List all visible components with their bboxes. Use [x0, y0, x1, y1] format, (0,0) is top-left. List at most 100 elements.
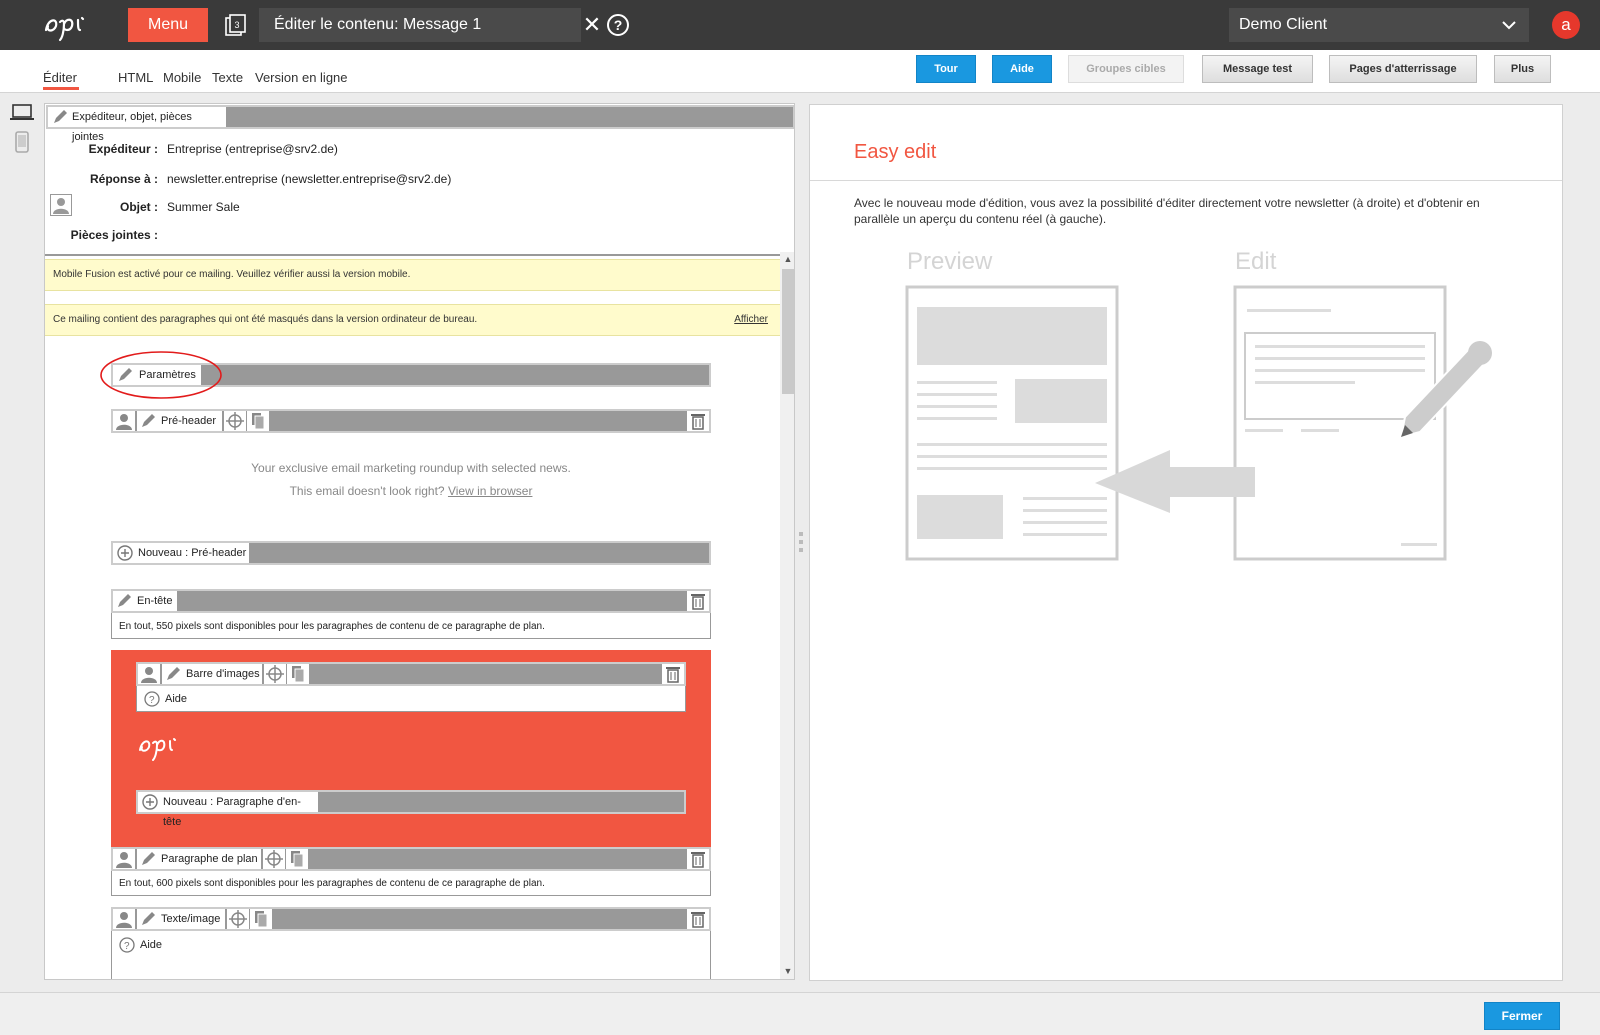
- trash-icon[interactable]: [687, 591, 709, 611]
- tab-editer[interactable]: Éditer: [43, 70, 77, 85]
- plan-bar[interactable]: Paragraphe de plan: [111, 847, 711, 871]
- new-preheader-label: Nouveau : Pré-header: [138, 547, 247, 559]
- plus-button[interactable]: Plus: [1494, 55, 1551, 83]
- preheader-bar[interactable]: Pré-header: [111, 409, 711, 433]
- svg-text:?: ?: [149, 695, 155, 706]
- new-preheader-bar[interactable]: Nouveau : Pré-header: [111, 541, 711, 565]
- user-icon[interactable]: [113, 909, 135, 929]
- scroll-down-icon[interactable]: ▼: [782, 966, 794, 979]
- pencil-icon[interactable]: [165, 666, 181, 682]
- user-icon[interactable]: [138, 664, 160, 684]
- tab-bar: Éditer HTML Mobile Texte Version en lign…: [0, 50, 1600, 93]
- active-tab-indicator: [43, 87, 79, 90]
- sender-value[interactable]: Entreprise (entreprise@srv2.de): [167, 142, 338, 156]
- tab-mobile[interactable]: Mobile: [163, 70, 201, 85]
- preheader-line2: This email doesn't look right? View in b…: [111, 484, 711, 498]
- entete-bar[interactable]: En-tête: [111, 589, 711, 613]
- texte-image-help[interactable]: Aide: [140, 939, 162, 951]
- entete-label: En-tête: [137, 595, 173, 607]
- copy-icon[interactable]: [247, 411, 269, 431]
- page-title: Éditer le contenu: Message 1: [274, 16, 482, 33]
- close-icon[interactable]: ✕: [582, 13, 602, 37]
- mobile-icon[interactable]: [15, 131, 29, 153]
- trash-icon[interactable]: [687, 411, 709, 431]
- preheader-line2-text: This email doesn't look right?: [289, 484, 445, 498]
- envelope-divider: [45, 254, 794, 256]
- user-avatar[interactable]: a: [1552, 11, 1580, 39]
- reply-label: Réponse à :: [89, 172, 158, 186]
- trash-icon[interactable]: [662, 664, 684, 684]
- trash-icon[interactable]: [687, 849, 709, 869]
- help-icon[interactable]: ?: [143, 690, 161, 708]
- message-test-button[interactable]: Message test: [1202, 55, 1313, 83]
- bottom-bar: [0, 992, 1600, 1035]
- editor-panel: Expéditeur, objet, pièces jointes Expédi…: [44, 103, 795, 980]
- envelope-bar[interactable]: Expéditeur, objet, pièces jointes: [46, 105, 794, 143]
- entete-info: En tout, 550 pixels sont disponibles pou…: [119, 621, 545, 632]
- plan-frame: Paragraphe de plan En tout, 600 pixels s…: [111, 847, 711, 896]
- image-bar-help[interactable]: Aide: [165, 693, 187, 705]
- reply-value[interactable]: newsletter.entreprise (newsletter.entrep…: [167, 172, 451, 186]
- tab-html[interactable]: HTML: [118, 70, 153, 85]
- new-header-para-label: Nouveau : Paragraphe d'en-tête: [163, 796, 301, 828]
- add-icon[interactable]: [116, 544, 134, 562]
- image-bar-bar[interactable]: Barre d'images: [136, 662, 686, 686]
- pencil-icon[interactable]: [52, 109, 68, 125]
- title-field: Éditer le contenu: Message 1: [259, 8, 581, 42]
- pencil-icon[interactable]: [116, 593, 132, 609]
- chevron-down-icon: [1502, 21, 1516, 30]
- easy-edit-panel: Easy edit Avec le nouveau mode d'édition…: [809, 104, 1563, 981]
- target-icon[interactable]: [263, 849, 285, 869]
- new-header-para-bar[interactable]: Nouveau : Paragraphe d'en-tête: [136, 790, 686, 828]
- tour-button[interactable]: Tour: [916, 55, 976, 83]
- top-bar: Menu 3 Éditer le contenu: Message 1 ✕ ? …: [0, 0, 1600, 50]
- scroll-up-icon[interactable]: ▲: [782, 254, 794, 268]
- user-icon[interactable]: [113, 411, 135, 431]
- tab-version-en-ligne[interactable]: Version en ligne: [255, 70, 348, 85]
- easy-edit-description: Avec le nouveau mode d'édition, vous ave…: [854, 196, 1480, 226]
- plan-info: En tout, 600 pixels sont disponibles pou…: [119, 878, 545, 889]
- target-icon[interactable]: [224, 411, 246, 431]
- preheader-label: Pré-header: [161, 415, 217, 427]
- mobile-fusion-text: Mobile Fusion est activé pour ce mailing…: [53, 269, 411, 280]
- help-icon[interactable]: ?: [607, 14, 629, 36]
- groupes-cibles-button[interactable]: Groupes cibles: [1068, 55, 1184, 83]
- fermer-button[interactable]: Fermer: [1484, 1002, 1560, 1030]
- tab-texte[interactable]: Texte: [212, 70, 243, 85]
- pencil-icon[interactable]: [140, 413, 156, 429]
- highlight-ellipse: [100, 351, 222, 399]
- aide-button[interactable]: Aide: [992, 55, 1052, 83]
- pages-icon[interactable]: 3: [224, 13, 248, 37]
- add-icon[interactable]: [141, 793, 159, 811]
- subject-value[interactable]: Summer Sale: [167, 200, 240, 214]
- copy-icon[interactable]: [250, 909, 272, 929]
- subject-label: Objet :: [120, 200, 158, 214]
- view-in-browser-link[interactable]: View in browser: [448, 484, 532, 498]
- hidden-paragraphs-notice: Ce mailing contient des paragraphes qui …: [45, 304, 780, 336]
- splitter-handle[interactable]: [798, 530, 804, 558]
- client-name: Demo Client: [1239, 16, 1328, 33]
- laptop-icon[interactable]: [10, 104, 34, 121]
- episerver-logo[interactable]: [42, 8, 110, 42]
- copy-icon[interactable]: [287, 664, 309, 684]
- svg-text:?: ?: [124, 941, 130, 952]
- trash-icon[interactable]: [687, 909, 709, 929]
- user-icon[interactable]: [113, 849, 135, 869]
- scrollbar-thumb[interactable]: [782, 269, 794, 394]
- target-icon[interactable]: [227, 909, 249, 929]
- afficher-link[interactable]: Afficher: [734, 305, 768, 335]
- mobile-fusion-notice: Mobile Fusion est activé pour ce mailing…: [45, 259, 780, 291]
- pencil-icon[interactable]: [140, 911, 156, 927]
- texte-image-bar[interactable]: Texte/image: [111, 907, 711, 931]
- easy-edit-illustration: Preview Edit: [905, 248, 1492, 561]
- help-icon[interactable]: ?: [118, 936, 136, 954]
- pencil-icon[interactable]: [140, 851, 156, 867]
- easy-edit-title: Easy edit: [854, 141, 937, 163]
- episerver-logo: [139, 738, 176, 761]
- menu-button[interactable]: Menu: [128, 8, 208, 42]
- pages-atterrissage-button[interactable]: Pages d'atterrissage: [1329, 55, 1477, 83]
- image-bar-frame: Barre d'images ? Aide: [136, 662, 686, 712]
- target-icon[interactable]: [264, 664, 286, 684]
- copy-icon[interactable]: [286, 849, 308, 869]
- client-select[interactable]: Demo Client: [1229, 8, 1529, 42]
